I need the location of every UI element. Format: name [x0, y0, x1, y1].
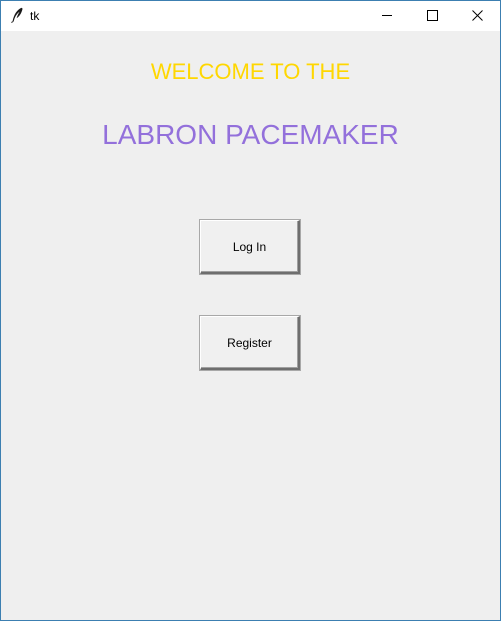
register-button-label: Register [227, 335, 272, 350]
title-bar[interactable]: tk [1, 1, 500, 31]
minimize-icon [382, 15, 392, 16]
app-name-label: LABRON PACEMAKER [102, 119, 399, 150]
welcome-label: WELCOME TO THE [150, 59, 351, 84]
close-button[interactable] [455, 1, 500, 30]
close-icon [472, 10, 483, 21]
feather-icon [10, 7, 24, 24]
register-button[interactable]: Register [200, 316, 300, 370]
maximize-button[interactable] [410, 1, 455, 30]
login-button-label: Log In [232, 239, 267, 254]
app-window: tk WELCOME TO THE LABRON PACEMAKER Log I… [0, 0, 501, 621]
maximize-icon [427, 10, 438, 21]
window-title: tk [30, 9, 40, 23]
minimize-button[interactable] [365, 1, 410, 30]
main-content: WELCOME TO THE LABRON PACEMAKER Log In R… [1, 31, 500, 620]
login-button[interactable]: Log In [200, 220, 300, 274]
